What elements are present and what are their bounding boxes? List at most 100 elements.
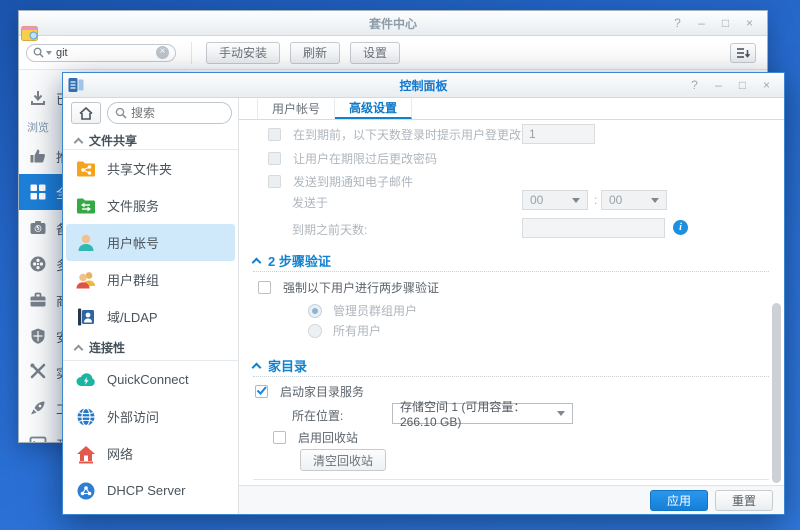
control-panel-titlebar[interactable]: 控制面板 ? – □ × <box>63 73 784 98</box>
search-filter-arrow-icon[interactable] <box>46 51 52 55</box>
sidebar-item-user-group[interactable]: 用户群组 <box>66 261 235 298</box>
sidebar-item-dhcp-server[interactable]: DHCP Server <box>66 472 235 509</box>
chevron-down-icon <box>572 198 580 203</box>
sidebar-search-box[interactable] <box>107 102 232 124</box>
prompt-change-password-label: 在到期前，以下天数登录时提示用户登更改密码 <box>293 126 545 143</box>
grid-icon <box>29 183 47 201</box>
tab-user-account[interactable]: 用户帐号 <box>257 98 335 119</box>
maximize-icon[interactable]: □ <box>735 78 750 93</box>
sidebar-item-domain-ldap[interactable]: 域/LDAP <box>66 298 235 335</box>
days-before-label: 到期之前天数: <box>292 221 367 238</box>
sidebar-item-quickconnect[interactable]: QuickConnect <box>66 361 235 398</box>
sidebar-section-connectivity[interactable]: 连接性 <box>63 335 238 361</box>
dhcp-icon <box>75 480 97 502</box>
days-before-input[interactable] <box>522 218 665 238</box>
info-icon[interactable]: i <box>673 220 688 235</box>
sort-icon <box>736 47 750 59</box>
minimize-icon[interactable]: – <box>711 78 726 93</box>
search-icon <box>33 47 44 58</box>
multimedia-icon <box>29 255 47 273</box>
time-separator: : <box>594 193 597 207</box>
sidebar-item-user-account[interactable]: 用户帐号 <box>66 224 235 261</box>
rocket-icon <box>29 399 47 417</box>
help-icon[interactable]: ? <box>670 16 685 31</box>
control-panel-sidebar: 文件共享 共享文件夹 文件服务 <box>63 98 239 515</box>
checkmark-icon <box>255 384 268 397</box>
minimize-icon[interactable]: – <box>694 16 709 31</box>
close-icon[interactable]: × <box>759 78 774 93</box>
sidebar-item-label: 外部访问 <box>107 407 159 426</box>
toolbar-divider <box>191 42 192 64</box>
enable-home-service-checkbox[interactable] <box>255 385 268 398</box>
vertical-scrollbar[interactable] <box>772 303 781 483</box>
package-center-toolbar: 手动安装 刷新 设置 <box>19 36 767 70</box>
home-icon <box>79 107 93 120</box>
refresh-button[interactable]: 刷新 <box>290 42 340 64</box>
close-icon[interactable]: × <box>742 16 757 31</box>
enable-recycle-bin-checkbox[interactable] <box>273 431 286 444</box>
all-users-radio[interactable] <box>308 324 322 338</box>
shared-folder-icon <box>75 158 97 180</box>
sidebar-item-network[interactable]: 网络 <box>66 435 235 472</box>
collapse-chevron-icon <box>252 362 262 372</box>
tools-icon <box>29 363 47 381</box>
prompt-days-input[interactable] <box>522 124 595 144</box>
tab-advanced-settings[interactable]: 高级设置 <box>335 98 412 119</box>
download-icon <box>29 89 47 107</box>
enable-recycle-bin-label: 启用回收站 <box>298 429 358 446</box>
domain-ldap-icon <box>75 306 97 328</box>
collapse-chevron-icon <box>74 344 84 354</box>
sort-button[interactable] <box>730 43 756 63</box>
package-search-box[interactable] <box>26 44 176 62</box>
collapse-chevron-icon <box>252 257 262 267</box>
maximize-icon[interactable]: □ <box>718 16 733 31</box>
location-label: 所在位置: <box>292 407 343 424</box>
package-center-titlebar[interactable]: 套件中心 ? – □ × <box>19 11 767 36</box>
sidebar-item-label: 用户帐号 <box>107 233 159 252</box>
sidebar-item-external-access[interactable]: 外部访问 <box>66 398 235 435</box>
briefcase-icon <box>29 291 47 309</box>
allow-change-after-checkbox[interactable] <box>268 152 281 165</box>
empty-recycle-bin-button[interactable]: 清空回收站 <box>300 449 386 471</box>
control-panel-app-icon <box>68 77 84 93</box>
apply-button[interactable]: 应用 <box>650 490 708 511</box>
admin-group-radio[interactable] <box>308 304 322 318</box>
footer-bar: 应用 重置 <box>239 485 784 515</box>
thumbs-up-icon <box>29 147 47 165</box>
send-at-label: 发送于 <box>292 194 328 211</box>
file-services-icon <box>75 195 97 217</box>
quickconnect-icon <box>75 369 97 391</box>
settings-button[interactable]: 设置 <box>350 42 400 64</box>
prompt-change-password-checkbox[interactable] <box>268 128 281 141</box>
sidebar-item-label: 文件服务 <box>107 196 159 215</box>
sidebar-item-label: QuickConnect <box>107 372 189 387</box>
sidebar-item-label: 用户群组 <box>107 270 159 289</box>
sidebar-search-input[interactable] <box>131 106 211 120</box>
clear-search-icon[interactable] <box>156 46 169 59</box>
sidebar-item-label: 域/LDAP <box>107 307 158 326</box>
enable-home-service-label: 启动家目录服务 <box>280 383 364 400</box>
package-center-app-icon <box>21 24 38 41</box>
desktop: { "package_center": { "title": "套件中心", "… <box>0 0 800 530</box>
location-select[interactable]: 存储空间 1 (可用容量： 266.10 GB) <box>392 403 573 424</box>
section-home-folder[interactable]: 家目录 <box>253 356 307 375</box>
send-minute-select[interactable]: 00 <box>601 190 667 210</box>
reset-button[interactable]: 重置 <box>715 490 773 511</box>
enforce-two-step-checkbox[interactable] <box>258 281 271 294</box>
search-icon <box>115 107 127 119</box>
manual-install-button[interactable]: 手动安装 <box>206 42 280 64</box>
sidebar-section-file-sharing[interactable]: 文件共享 <box>63 132 238 150</box>
home-button[interactable] <box>71 102 101 124</box>
section-divider <box>253 376 769 377</box>
sidebar-item-shared-folder[interactable]: 共享文件夹 <box>66 150 235 187</box>
window-title: 套件中心 <box>19 15 767 32</box>
section-two-step[interactable]: 2 步骤验证 <box>253 251 331 270</box>
send-expiry-email-checkbox[interactable] <box>268 175 281 188</box>
send-hour-select[interactable]: 00 <box>522 190 588 210</box>
allow-change-after-label: 让用户在期限过后更改密码 <box>293 150 437 167</box>
sidebar-item-file-services[interactable]: 文件服务 <box>66 187 235 224</box>
shield-icon <box>29 327 47 345</box>
send-expiry-email-label: 发送到期通知电子邮件 <box>293 173 413 190</box>
help-icon[interactable]: ? <box>687 78 702 93</box>
package-search-input[interactable] <box>56 47 136 59</box>
